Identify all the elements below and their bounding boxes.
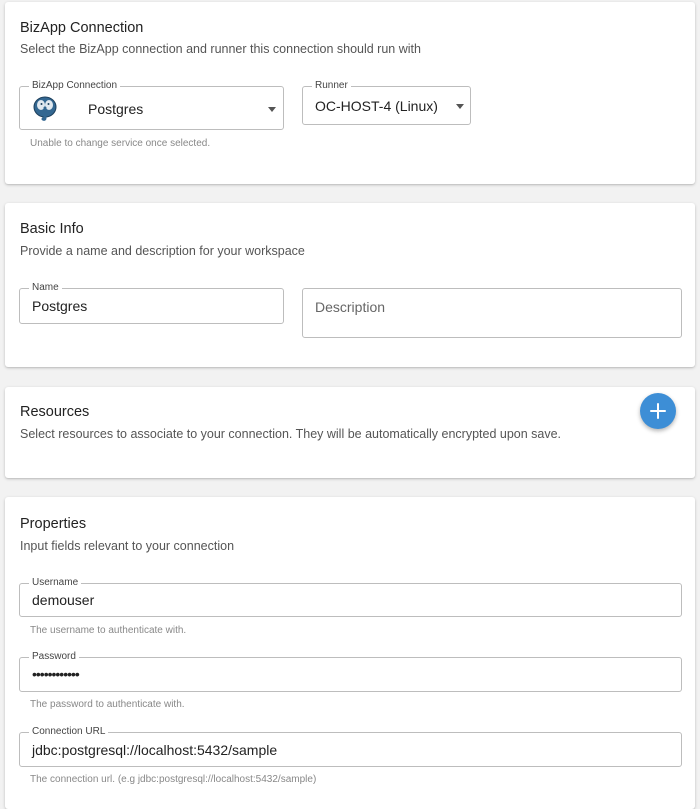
name-label: Name (29, 282, 62, 294)
connection-url-helper: The connection url. (e.g jdbc:postgresql… (30, 774, 317, 785)
connection-url-value: jdbc:postgresql://localhost:5432/sample (32, 742, 278, 758)
runner-select[interactable]: Runner OC-HOST-4 (Linux) (302, 80, 471, 125)
bizapp-connection-helper: Unable to change service once selected. (30, 138, 211, 149)
bizapp-connection-value: Postgres (88, 101, 144, 117)
connection-url-field[interactable]: Connection URL jdbc:postgresql://localho… (19, 726, 682, 767)
properties-title: Properties (20, 516, 87, 532)
chevron-down-icon (456, 104, 464, 109)
description-placeholder: Description (315, 299, 386, 315)
username-label: Username (29, 577, 82, 589)
name-value: Postgres (32, 298, 88, 314)
bizapp-connection-title: BizApp Connection (20, 20, 144, 36)
resources-title: Resources (20, 404, 90, 420)
runner-label: Runner (312, 80, 351, 92)
add-resource-button[interactable] (640, 393, 676, 429)
basic-info-subtitle: Provide a name and description for your … (20, 244, 305, 258)
connection-url-label: Connection URL (29, 726, 109, 738)
password-helper: The password to authenticate with. (30, 699, 185, 710)
postgres-elephant-icon (31, 95, 59, 121)
plus-icon (640, 393, 676, 429)
password-value: •••••••••••• (32, 666, 80, 682)
bizapp-connection-subtitle: Select the BizApp connection and runner … (20, 42, 421, 56)
description-field[interactable]: Description (302, 288, 682, 338)
runner-value: OC-HOST-4 (Linux) (315, 98, 438, 114)
resources-card: Resources Select resources to associate … (5, 387, 695, 478)
bizapp-connection-label: BizApp Connection (29, 80, 121, 92)
name-field[interactable]: Name Postgres (19, 282, 284, 324)
basic-info-title: Basic Info (20, 221, 84, 237)
properties-card: Properties Input fields relevant to your… (5, 497, 695, 809)
basic-info-card: Basic Info Provide a name and descriptio… (5, 203, 695, 367)
bizapp-connection-card: BizApp Connection Select the BizApp conn… (5, 2, 695, 184)
properties-subtitle: Input fields relevant to your connection (20, 539, 235, 553)
password-field[interactable]: Password •••••••••••• (19, 651, 682, 692)
password-label: Password (29, 651, 79, 663)
username-field[interactable]: Username demouser (19, 577, 682, 617)
resources-subtitle: Select resources to associate to your co… (20, 427, 562, 441)
bizapp-connection-select[interactable]: BizApp Connection Postgres (19, 80, 284, 130)
username-helper: The username to authenticate with. (30, 625, 187, 636)
username-value: demouser (32, 592, 95, 608)
chevron-down-icon (268, 107, 276, 112)
